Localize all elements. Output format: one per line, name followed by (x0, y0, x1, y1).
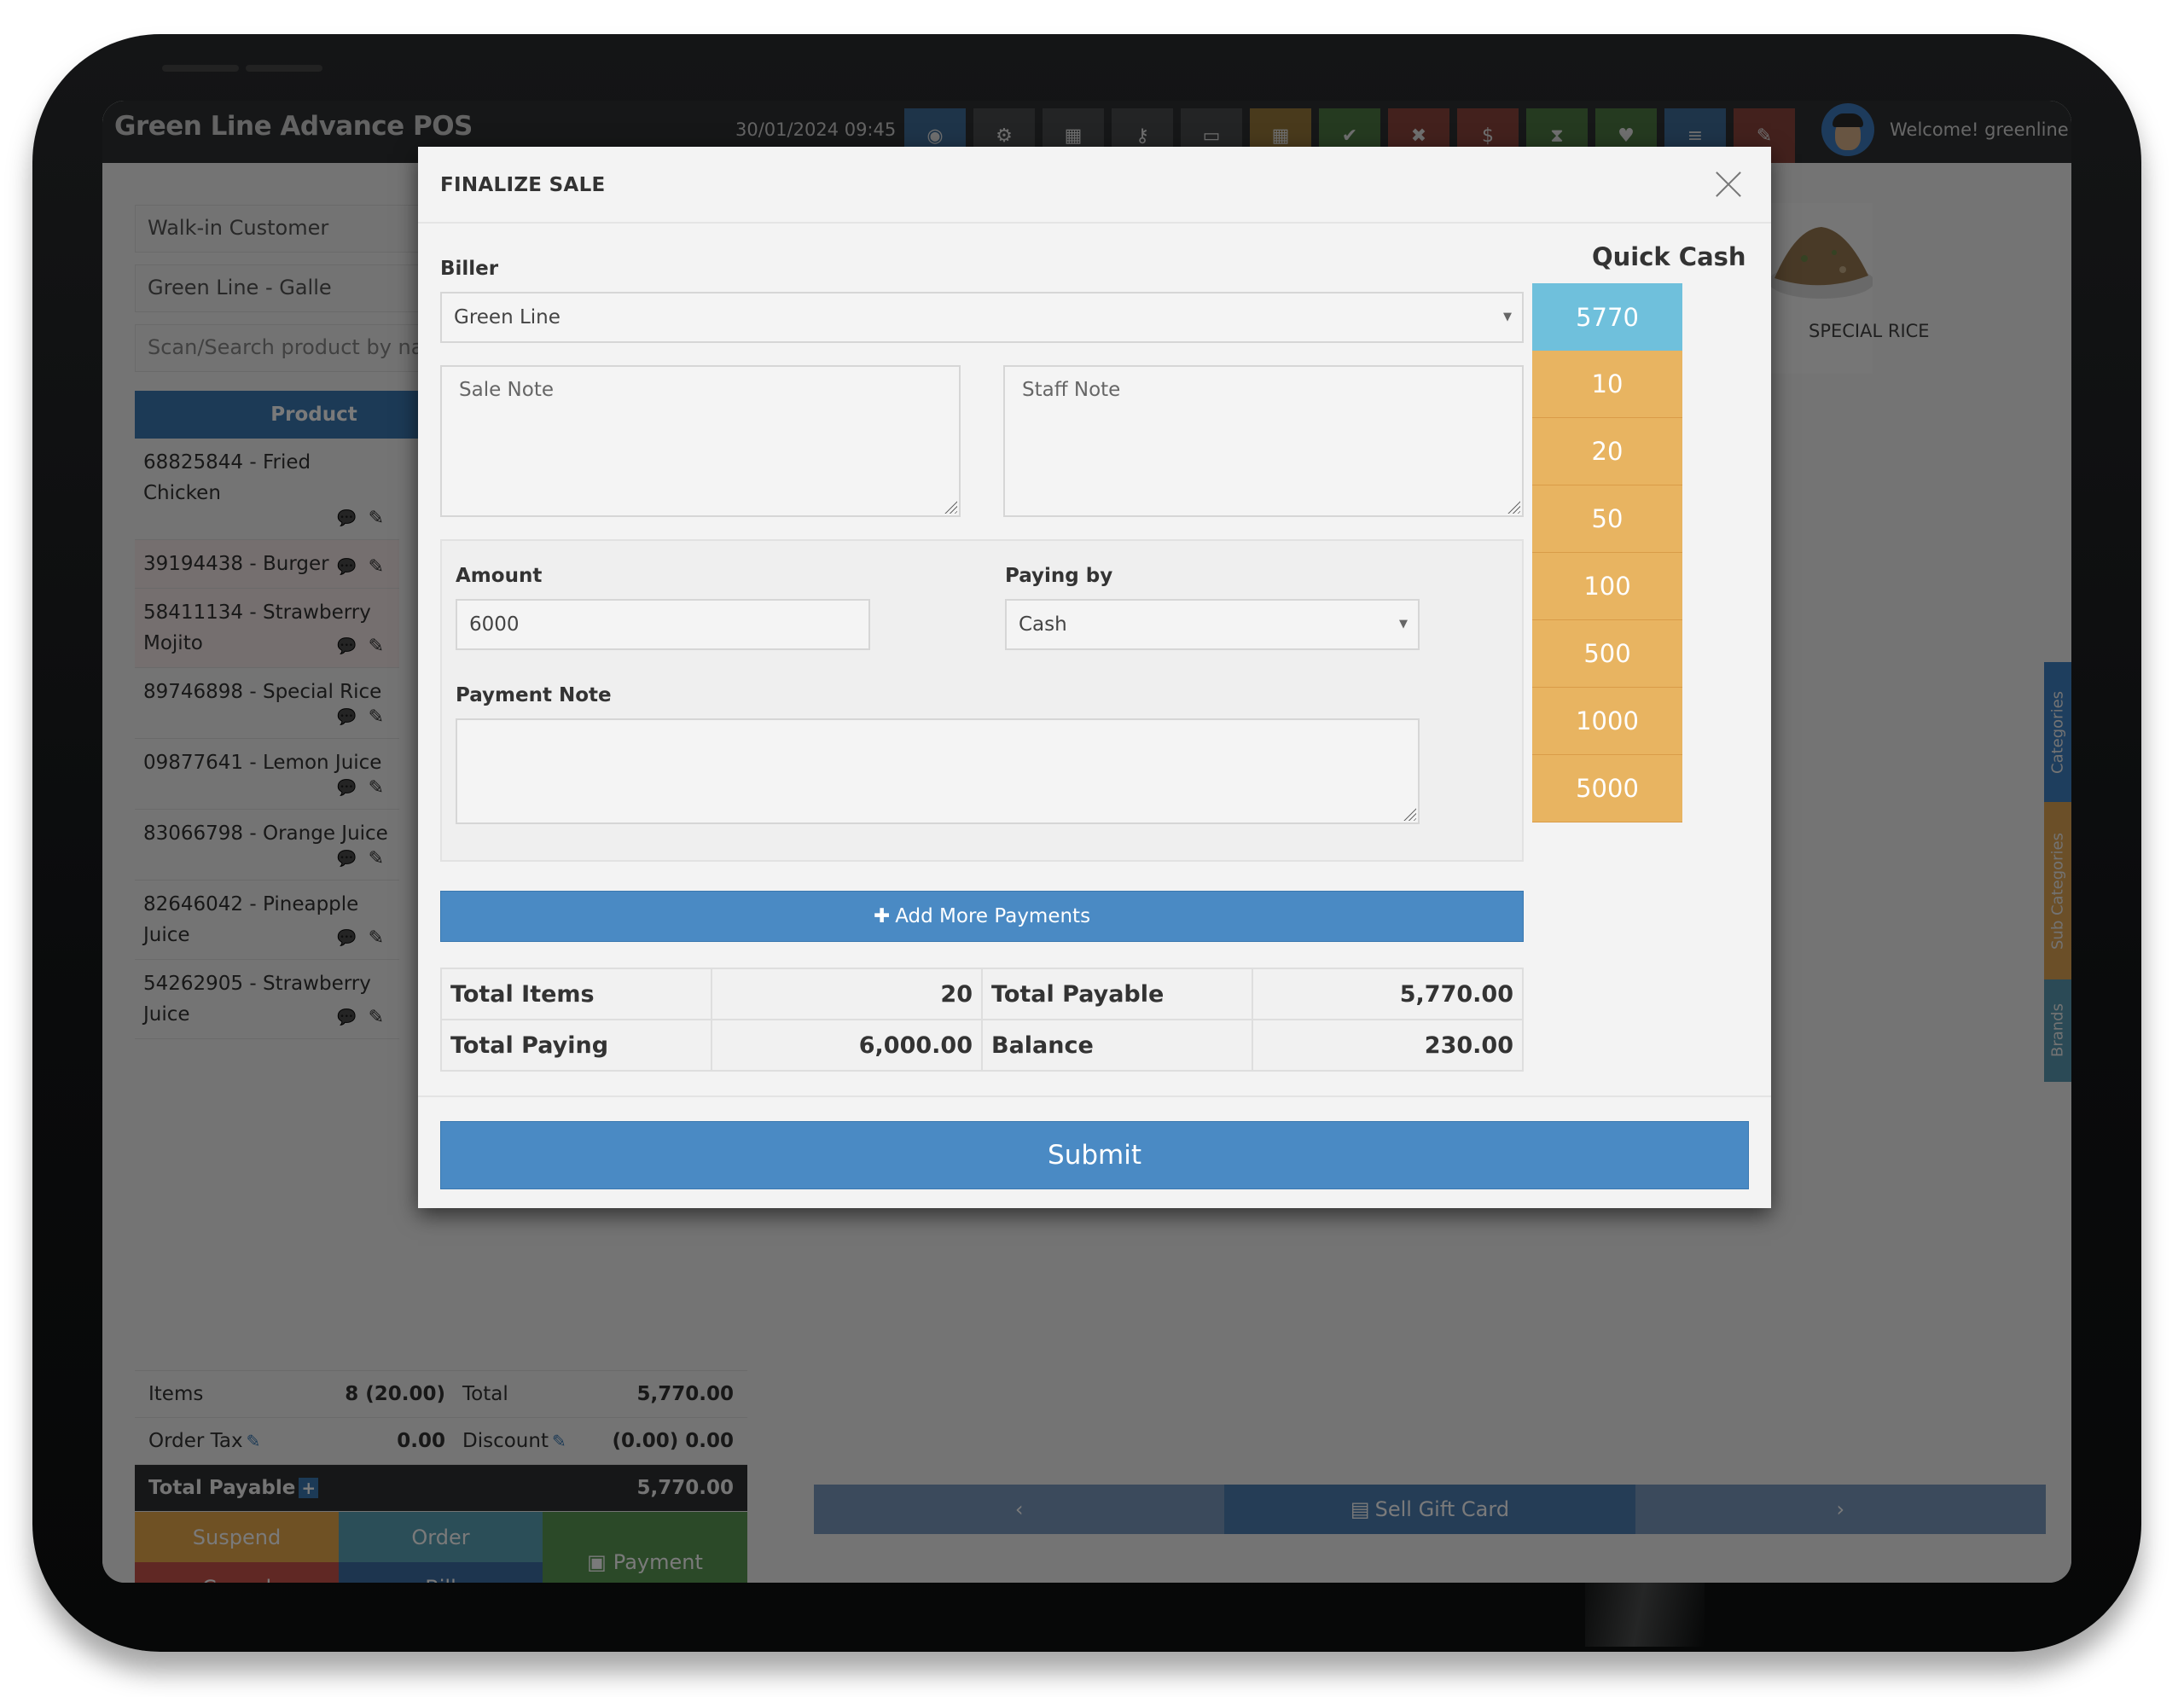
pos-screen: Green Line Advance POS 30/01/2024 09:45 … (102, 101, 2071, 1583)
submit-button[interactable]: Submit (440, 1121, 1749, 1189)
paying-by-value: Cash (1019, 613, 1067, 636)
quick-cash-button[interactable]: 5000 (1532, 755, 1682, 822)
summary-row: Total Items 20 Total Payable 5,770.00 (440, 968, 1524, 1020)
quick-cash-list: 5770 10 20 50 100 500 1000 5000 (1532, 283, 1682, 822)
resize-handle-icon[interactable] (1401, 805, 1416, 821)
plus-icon: ✚ (873, 905, 891, 927)
total-payable-label: Total Payable (981, 968, 1253, 1020)
biller-value: Green Line (454, 306, 561, 328)
payment-note-textarea[interactable] (456, 718, 1420, 824)
sale-note-textarea[interactable]: Sale Note (440, 365, 961, 517)
hardware-button (246, 65, 322, 72)
total-payable-value: 5,770.00 (1252, 968, 1524, 1020)
quick-cash-button[interactable]: 50 (1532, 485, 1682, 553)
add-more-payments-label: Add More Payments (895, 905, 1091, 927)
biller-label: Biller (440, 258, 499, 280)
amount-value: 6000 (469, 613, 520, 636)
modal-header: FINALIZE SALE (418, 147, 1771, 224)
quick-cash-button[interactable]: 100 (1532, 553, 1682, 620)
summary-row: Total Paying 6,000.00 Balance 230.00 (440, 1019, 1524, 1072)
hardware-button (162, 65, 239, 72)
total-items-value: 20 (711, 968, 983, 1020)
close-icon[interactable] (1711, 167, 1745, 201)
quick-cash-exact-button[interactable]: 5770 (1532, 283, 1682, 351)
biller-select[interactable]: Green Line ▼ (440, 292, 1524, 343)
quick-cash-button[interactable]: 20 (1532, 418, 1682, 485)
quick-cash-button[interactable]: 1000 (1532, 688, 1682, 755)
modal-footer-divider (418, 1095, 1771, 1097)
resize-handle-icon[interactable] (942, 498, 957, 514)
quick-cash-title: Quick Cash (1592, 242, 1746, 271)
resize-handle-icon[interactable] (1505, 498, 1520, 514)
sale-note-placeholder: Sale Note (459, 379, 554, 401)
balance-label: Balance (981, 1019, 1253, 1072)
add-more-payments-button[interactable]: ✚ Add More Payments (440, 891, 1524, 942)
total-items-label: Total Items (440, 968, 712, 1020)
amount-input[interactable]: 6000 (456, 599, 870, 650)
payment-summary-table: Total Items 20 Total Payable 5,770.00 To… (440, 968, 1524, 1072)
modal-title: FINALIZE SALE (440, 174, 606, 196)
total-paying-label: Total Paying (440, 1019, 712, 1072)
caret-down-icon: ▼ (1503, 311, 1512, 323)
staff-note-textarea[interactable]: Staff Note (1003, 365, 1524, 517)
payment-box: Amount 6000 Paying by Cash ▼ Payment Not… (440, 539, 1524, 862)
caret-down-icon: ▼ (1399, 618, 1408, 631)
amount-label: Amount (456, 565, 543, 587)
quick-cash-button[interactable]: 500 (1532, 620, 1682, 688)
paying-by-select[interactable]: Cash ▼ (1005, 599, 1420, 650)
staff-note-placeholder: Staff Note (1022, 379, 1121, 401)
quick-cash-button[interactable]: 10 (1532, 351, 1682, 418)
balance-value: 230.00 (1252, 1019, 1524, 1072)
total-paying-value: 6,000.00 (711, 1019, 983, 1072)
paying-by-label: Paying by (1005, 565, 1113, 587)
finalize-sale-modal: FINALIZE SALE Biller Green Line ▼ Sale N… (418, 147, 1771, 1208)
payment-note-label: Payment Note (456, 684, 612, 706)
